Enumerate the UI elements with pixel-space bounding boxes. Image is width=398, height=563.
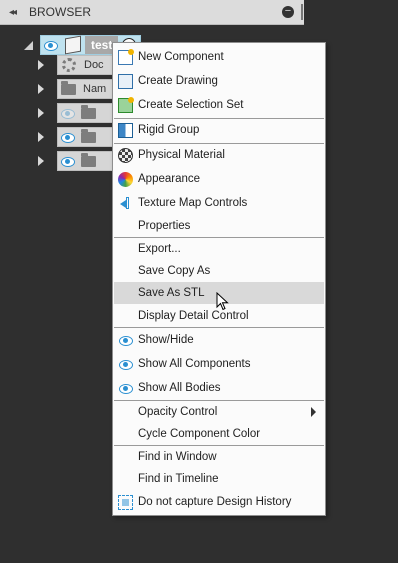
menu-item-label: Cycle Component Color: [138, 428, 261, 440]
menu-item-label: Create Drawing: [138, 75, 218, 87]
menu-item-label: Export...: [138, 243, 181, 255]
drawing-icon: [118, 74, 133, 89]
visibility-eye-icon[interactable]: [44, 40, 58, 51]
menu-item-find-in-window[interactable]: Find in Window: [114, 446, 324, 468]
component-icon: [65, 35, 81, 55]
panel-resize-handle[interactable]: [301, 4, 303, 20]
rigid-group-icon: [118, 123, 133, 138]
eye-icon: [118, 357, 133, 372]
menu-item-appearance[interactable]: Appearance: [114, 168, 324, 190]
menu-item-show-all-components[interactable]: Show All Components: [114, 353, 324, 375]
menu-item-properties[interactable]: Properties: [114, 215, 324, 237]
submenu-arrow-icon: [311, 407, 316, 417]
expand-arrow-icon[interactable]: [38, 156, 44, 166]
menu-item-physical-material[interactable]: Physical Material: [114, 144, 324, 166]
menu-item-opacity-control[interactable]: Opacity Control: [114, 401, 324, 423]
visibility-eye-icon[interactable]: [61, 132, 75, 143]
new-component-icon: [118, 49, 134, 65]
expand-arrow-icon[interactable]: [38, 108, 44, 118]
menu-item-label: Rigid Group: [138, 124, 200, 136]
menu-item-do-not-capture-history[interactable]: Do not capture Design History: [114, 491, 324, 513]
menu-item-new-component[interactable]: New Component: [114, 46, 324, 68]
browser-title: BROWSER: [29, 5, 92, 19]
expand-arrow-icon[interactable]: [38, 60, 44, 70]
physical-material-icon: [118, 148, 133, 163]
menu-item-label: Save Copy As: [138, 265, 211, 277]
expand-arrow-icon[interactable]: [24, 40, 33, 50]
mouse-cursor-icon: [216, 292, 229, 311]
collapse-panel-icon[interactable]: ◂◂: [9, 7, 23, 18]
folder-icon: [81, 104, 96, 119]
menu-separator: [114, 327, 324, 328]
menu-item-rigid-group[interactable]: Rigid Group: [114, 119, 324, 141]
eye-icon: [118, 381, 133, 396]
tree-item-label: Nam: [83, 83, 107, 95]
menu-item-label: Display Detail Control: [138, 310, 249, 322]
folder-icon: [61, 80, 76, 95]
menu-item-label: Find in Timeline: [138, 473, 219, 485]
menu-item-label: Do not capture Design History: [138, 496, 292, 508]
texture-map-icon: [118, 196, 133, 211]
menu-item-label: Texture Map Controls: [138, 197, 248, 209]
browser-header: ◂◂ BROWSER −: [0, 0, 304, 25]
menu-item-label: Appearance: [138, 173, 201, 185]
visibility-eye-icon[interactable]: [61, 156, 75, 167]
menu-item-label: Properties: [138, 220, 191, 232]
menu-item-create-drawing[interactable]: Create Drawing: [114, 70, 324, 92]
menu-item-texture-map-controls[interactable]: Texture Map Controls: [114, 192, 324, 214]
menu-item-label: New Component: [138, 51, 224, 63]
gear-icon: [62, 58, 76, 72]
eye-icon: [118, 333, 133, 348]
menu-item-show-hide[interactable]: Show/Hide: [114, 329, 324, 351]
menu-item-cycle-component-color[interactable]: Cycle Component Color: [114, 423, 324, 445]
folder-icon: [81, 152, 96, 167]
expand-arrow-icon[interactable]: [38, 84, 44, 94]
menu-item-save-copy-as[interactable]: Save Copy As: [114, 260, 324, 282]
menu-item-label: Show All Components: [138, 358, 251, 370]
design-history-icon: [118, 495, 133, 510]
appearance-icon: [118, 172, 133, 187]
menu-item-create-selection-set[interactable]: Create Selection Set: [114, 94, 324, 116]
selection-set-icon: [118, 97, 134, 113]
menu-item-label: Opacity Control: [138, 406, 218, 418]
tree-item-label: Doc: [84, 59, 104, 71]
context-menu: New Component Create Drawing Create Sele…: [112, 42, 326, 516]
menu-item-label: Show All Bodies: [138, 382, 221, 394]
menu-item-label: Physical Material: [138, 149, 225, 161]
menu-item-label: Create Selection Set: [138, 99, 244, 111]
menu-item-label: Find in Window: [138, 451, 217, 463]
menu-item-find-in-timeline[interactable]: Find in Timeline: [114, 468, 324, 490]
menu-item-show-all-bodies[interactable]: Show All Bodies: [114, 377, 324, 399]
folder-icon: [81, 128, 96, 143]
expand-arrow-icon[interactable]: [38, 132, 44, 142]
minimize-icon[interactable]: −: [282, 6, 294, 18]
menu-item-label: Save As STL: [138, 287, 205, 299]
menu-item-label: Show/Hide: [138, 334, 194, 346]
hidden-eye-icon[interactable]: [61, 108, 75, 119]
menu-item-export[interactable]: Export...: [114, 238, 324, 260]
